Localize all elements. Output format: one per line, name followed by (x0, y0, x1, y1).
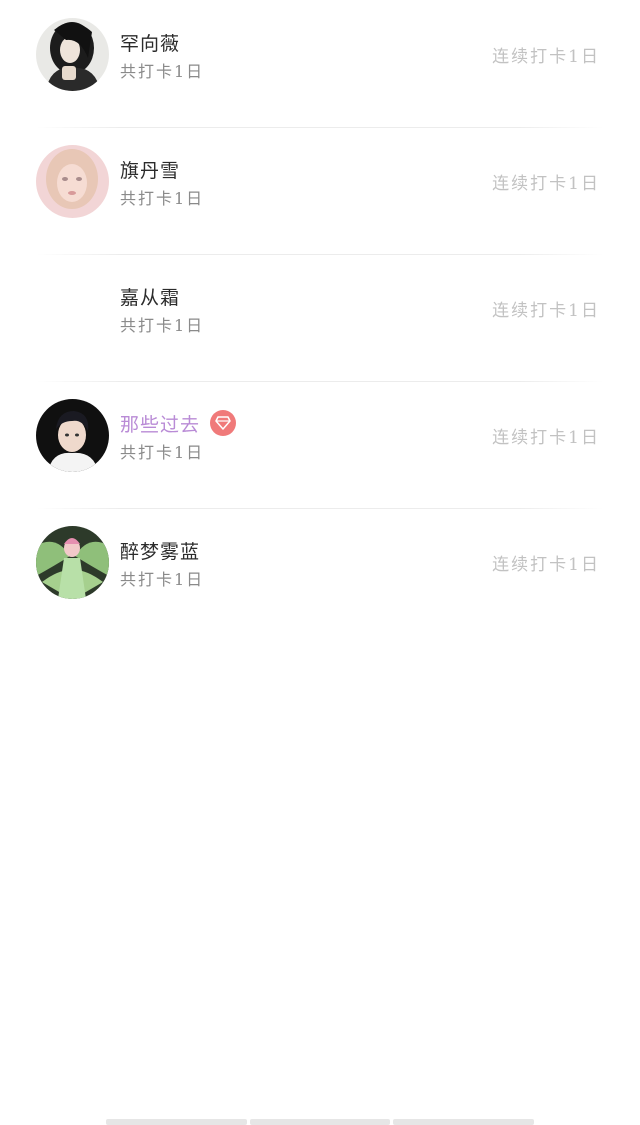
streak-checkin-days: 连续打卡1日 (492, 174, 600, 194)
name-line: 罕向薇 (120, 29, 180, 55)
list-item[interactable]: 旗丹雪 共打卡1日 连续打卡1日 (0, 127, 640, 254)
indicator-segment (249, 1119, 391, 1125)
streak-checkin-days: 连续打卡1日 (492, 428, 600, 448)
streak-checkin-days: 连续打卡1日 (492, 301, 600, 321)
indicator-segment (106, 1119, 247, 1125)
list-item[interactable]: 醉梦雾蓝 共打卡1日 连续打卡1日 (0, 508, 640, 635)
avatar[interactable] (36, 18, 109, 91)
list-item[interactable]: 嘉从霜 共打卡1日 连续打卡1日 (0, 254, 640, 381)
avatar[interactable] (36, 526, 109, 599)
name-line: 旗丹雪 (120, 156, 180, 182)
total-checkin-days: 共打卡1日 (120, 316, 205, 335)
name-line: 嘉从霜 (120, 283, 180, 309)
total-checkin-days: 共打卡1日 (120, 189, 205, 208)
user-name[interactable]: 醉梦雾蓝 (120, 537, 200, 564)
diamond-icon (210, 410, 237, 436)
user-name[interactable]: 罕向薇 (120, 29, 180, 56)
streak-checkin-days: 连续打卡1日 (492, 555, 600, 575)
indicator-segment (393, 1119, 535, 1125)
user-name[interactable]: 旗丹雪 (120, 156, 180, 183)
user-name[interactable]: 那些过去 (120, 410, 200, 437)
avatar[interactable] (36, 272, 109, 345)
avatar[interactable] (36, 399, 109, 472)
name-line: 那些过去 (120, 410, 237, 437)
list-item[interactable]: 那些过去 共打卡1日 连续打卡1日 (0, 381, 640, 508)
total-checkin-days: 共打卡1日 (120, 443, 205, 462)
list-item[interactable]: 罕向薇 共打卡1日 连续打卡1日 (0, 0, 640, 127)
total-checkin-days: 共打卡1日 (120, 62, 205, 81)
avatar[interactable] (36, 145, 109, 218)
checkin-user-list: 罕向薇 共打卡1日 连续打卡1日 旗丹雪 共打卡1日 连续打卡1日 嘉从霜 共打 (0, 0, 640, 635)
total-checkin-days: 共打卡1日 (120, 570, 205, 589)
bottom-indicator (106, 1119, 535, 1125)
name-line: 醉梦雾蓝 (120, 537, 200, 563)
streak-checkin-days: 连续打卡1日 (492, 47, 600, 67)
user-name[interactable]: 嘉从霜 (120, 283, 180, 310)
